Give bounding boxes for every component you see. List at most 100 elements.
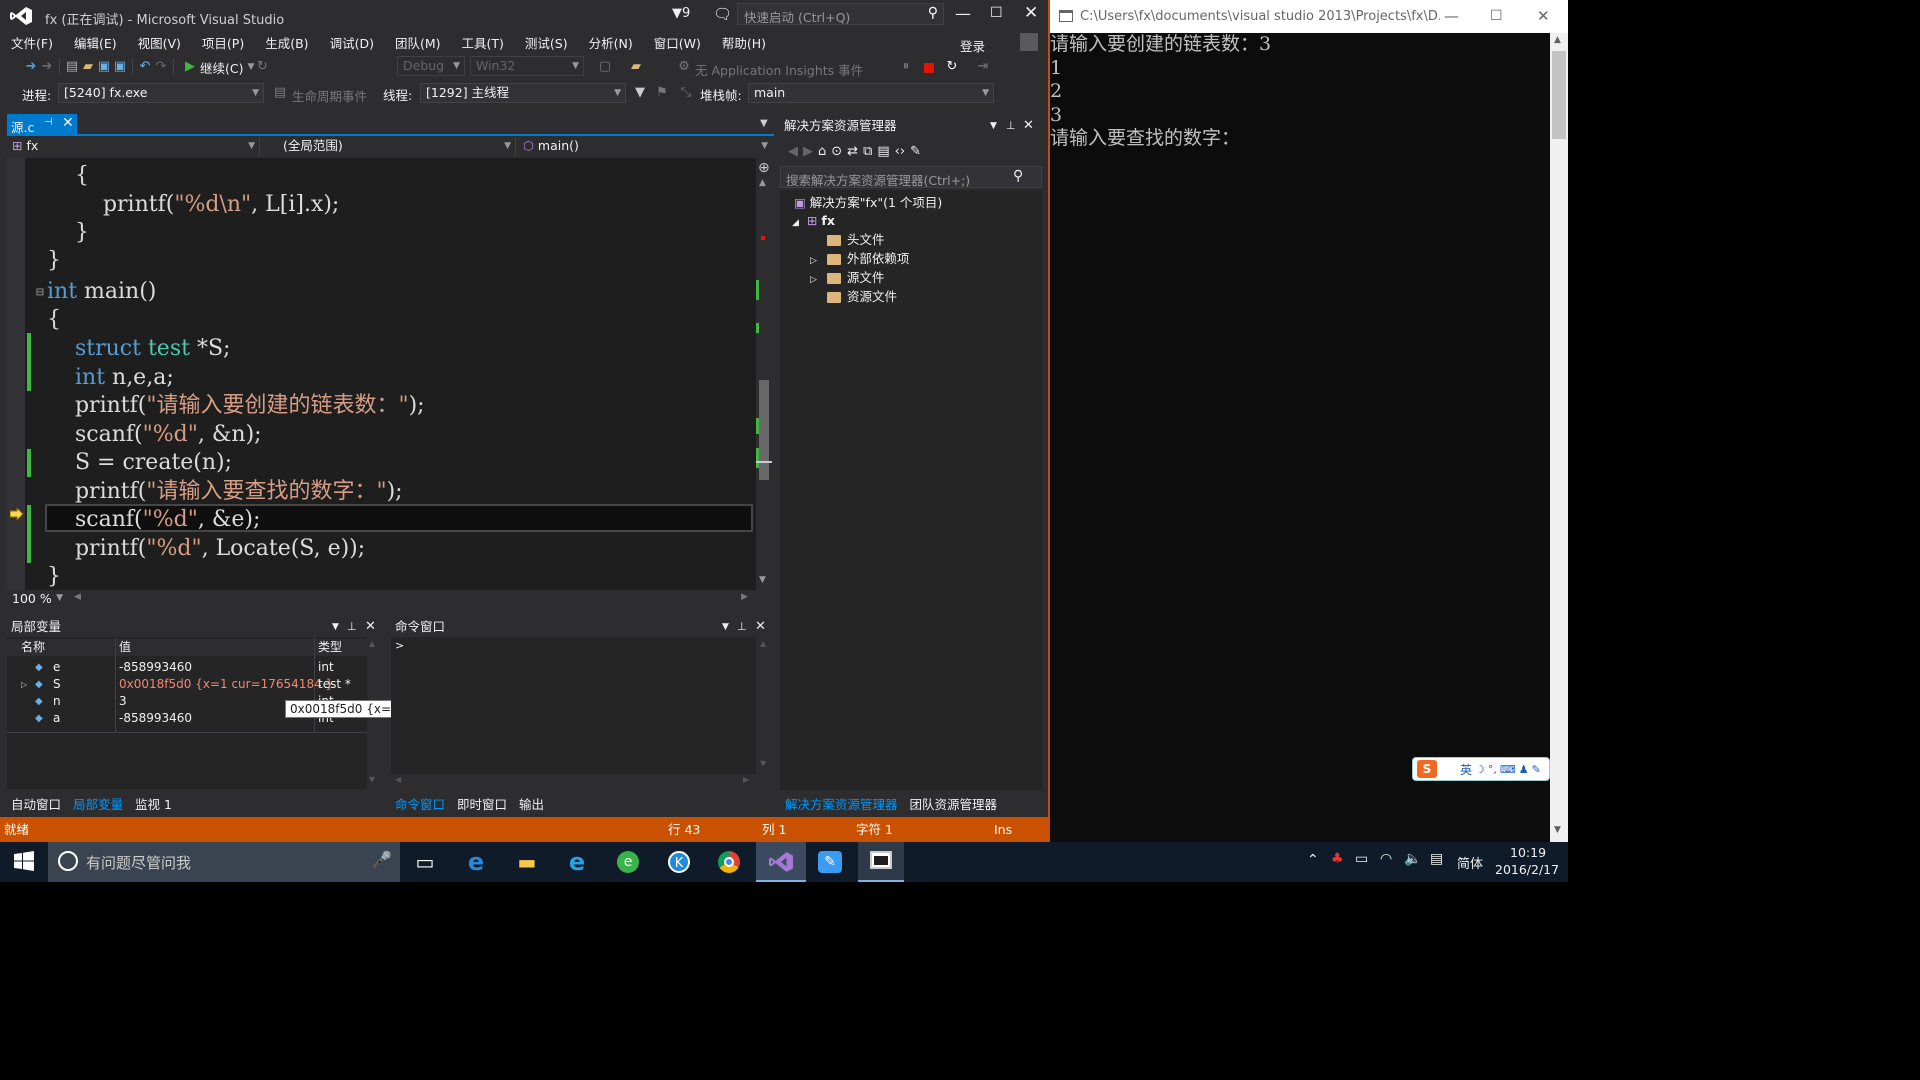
split-icon[interactable]: ⊕ <box>758 160 770 176</box>
code-line[interactable]: } <box>47 219 89 247</box>
browser-360-icon[interactable]: e <box>608 848 648 876</box>
feedback-icon[interactable]: 🗨 <box>713 5 732 23</box>
command-input[interactable]: > <box>391 637 756 774</box>
view-code-icon[interactable]: ‹› <box>895 144 905 159</box>
sol-back-icon[interactable]: ◀ <box>788 144 798 159</box>
refresh-icon[interactable]: ⇄ <box>847 144 858 159</box>
code-line[interactable]: printf("%d", Locate(S, e)); <box>47 535 365 563</box>
console-maximize-icon[interactable]: ☐ <box>1490 0 1503 33</box>
open-file-icon[interactable]: ▰ <box>80 59 96 75</box>
ime-punct-icon[interactable]: °, <box>1488 763 1497 776</box>
solution-search-input[interactable]: 搜索解决方案资源管理器(Ctrl+;) ⚲ <box>780 166 1042 188</box>
console-vscrollbar[interactable]: ▲ ▼ <box>1550 33 1568 842</box>
forward-icon[interactable]: ➜ <box>39 59 55 75</box>
code-line[interactable]: { <box>47 306 61 334</box>
expand-icon[interactable]: ▷ <box>810 275 817 285</box>
expand-icon[interactable]: ⤡ <box>678 85 694 101</box>
continue-button[interactable]: 继续(C) <box>200 58 243 77</box>
config-select[interactable]: Debug ▼ <box>397 56 465 76</box>
maximize-icon[interactable]: ☐ <box>990 5 1003 21</box>
solution-menu-icon[interactable]: ▼ <box>990 116 997 136</box>
lifecycle-icon[interactable]: ▤ <box>272 85 288 101</box>
code-line[interactable]: printf("请输入要查找的数字："); <box>47 478 403 506</box>
locals-tab-2[interactable]: 监视 1 <box>135 794 172 813</box>
console-minimize-icon[interactable]: — <box>1444 0 1459 33</box>
code-line[interactable]: int n,e,a; <box>47 364 174 392</box>
platform-select[interactable]: Win32 ▼ <box>470 56 584 76</box>
collapse-all-icon[interactable]: ⧉ <box>863 144 872 159</box>
code-line[interactable]: scanf("%d", &n); <box>47 421 262 449</box>
taskbar-console-button[interactable] <box>858 842 904 882</box>
clock-date[interactable]: 2016/2/17 <box>1495 862 1559 877</box>
lifecycle-events[interactable]: 生命周期事件 <box>292 86 367 105</box>
editor-hscrollbar[interactable]: ◀ ▶ <box>70 591 756 608</box>
qq-tray-icon[interactable]: ♣ <box>1331 851 1344 867</box>
col-type-header[interactable]: 类型 <box>318 639 342 656</box>
flag-icon[interactable]: ⚑ <box>654 85 670 101</box>
code-line[interactable]: struct test *S; <box>47 335 230 363</box>
menu-item-1[interactable]: 编辑(E) <box>74 33 117 52</box>
find-icon[interactable]: ▰ <box>628 59 644 75</box>
locals-tab-0[interactable]: 自动窗口 <box>11 794 61 813</box>
signin-link[interactable]: 登录 <box>960 36 985 55</box>
tree-solution-root[interactable]: ▣ 解决方案"fx"(1 个项目) <box>794 194 942 212</box>
restart-debug-icon[interactable]: ↻ <box>944 59 960 75</box>
code-line[interactable]: } <box>47 563 61 590</box>
avatar[interactable] <box>1020 33 1038 51</box>
battery-icon[interactable]: ▭ <box>1355 851 1368 867</box>
microphone-icon[interactable]: 🎤 <box>372 850 392 869</box>
input-lang-indicator[interactable]: 简体 <box>1457 853 1483 872</box>
restart-icon[interactable]: ↻ <box>254 59 270 75</box>
sogou-icon[interactable]: S <box>1417 760 1437 778</box>
command-tab-2[interactable]: 输出 <box>519 794 544 813</box>
kugou-icon[interactable]: K <box>659 848 699 876</box>
code-line[interactable]: } <box>47 247 61 275</box>
locals-close-icon[interactable]: ✕ <box>365 617 376 637</box>
menu-item-6[interactable]: 团队(M) <box>395 33 441 52</box>
menu-item-10[interactable]: 窗口(W) <box>654 33 701 52</box>
code-line[interactable]: { <box>47 162 89 190</box>
menu-item-3[interactable]: 项目(P) <box>202 33 244 52</box>
notification-filter-icon[interactable]: ▼9 <box>672 6 690 21</box>
quick-launch-input[interactable]: 快速启动 (Ctrl+Q) ⚲ <box>737 3 944 25</box>
tab-overflow-icon[interactable]: ▼ <box>760 118 768 129</box>
tree-folder[interactable]: ▷ 外部依赖项 <box>810 250 909 270</box>
thread-select[interactable]: [1292] 主线程 ▼ <box>420 83 626 103</box>
file-explorer-icon[interactable]: ▬ <box>507 848 547 876</box>
locals-pin-icon[interactable]: ⊥ <box>347 617 357 637</box>
locals-row[interactable]: ▷ ◆ S 0x0018f5d0 {x=1 cur=17654184 } test * <box>7 676 367 693</box>
volume-icon[interactable]: 🔈 <box>1404 851 1421 867</box>
menu-item-0[interactable]: 文件(F) <box>11 33 53 52</box>
sync-icon[interactable]: ⊙ <box>831 144 842 159</box>
tab-close-icon[interactable]: ✕ <box>62 115 74 131</box>
command-close-icon[interactable]: ✕ <box>755 617 766 637</box>
ime-moon-icon[interactable]: ☽ <box>1475 763 1485 776</box>
menu-item-9[interactable]: 分析(N) <box>589 33 633 52</box>
clock-time[interactable]: 10:19 <box>1510 845 1546 860</box>
taskbar-vs-button[interactable] <box>756 842 806 882</box>
ime-keyboard-icon[interactable]: ⌨ <box>1500 763 1516 776</box>
ime-lang[interactable]: 英 <box>1460 761 1472 778</box>
locals-menu-icon[interactable]: ▼ <box>332 617 339 637</box>
continue-icon[interactable]: ▶ <box>182 59 198 75</box>
console-close-icon[interactable]: ✕ <box>1537 0 1550 33</box>
code-editor[interactable]: ⊟ { printf("%d\n", L[i].x); }} int main()… <box>7 158 756 590</box>
command-tab-1[interactable]: 即时窗口 <box>457 794 507 813</box>
expand-icon[interactable]: ▷ <box>810 256 817 266</box>
tree-folder[interactable]: 头文件 <box>810 231 885 249</box>
close-icon[interactable]: ✕ <box>1024 3 1038 23</box>
feishu-app-icon[interactable]: ✎ <box>810 848 850 876</box>
solution-close-icon[interactable]: ✕ <box>1023 116 1034 136</box>
code-line[interactable]: int main() <box>47 278 156 306</box>
new-project-icon[interactable]: ▤ <box>64 59 80 75</box>
menu-item-11[interactable]: 帮助(H) <box>722 33 766 52</box>
locals-tab-1[interactable]: 局部变量 <box>73 794 123 813</box>
function-nav[interactable]: ⬡ main() ▼ <box>518 137 772 156</box>
stackframe-select[interactable]: main ▼ <box>748 83 994 103</box>
minimize-icon[interactable]: — <box>955 4 971 23</box>
project-nav[interactable]: ⊞ fx ▼ <box>7 137 260 156</box>
command-hscrollbar[interactable]: ◀ ▶ <box>391 774 773 789</box>
save-all-icon[interactable]: ▣ <box>112 59 128 75</box>
tree-folder[interactable]: ▷ 源文件 <box>810 269 884 289</box>
cortana-search[interactable]: 有问题尽管问我 🎤 <box>48 842 400 882</box>
